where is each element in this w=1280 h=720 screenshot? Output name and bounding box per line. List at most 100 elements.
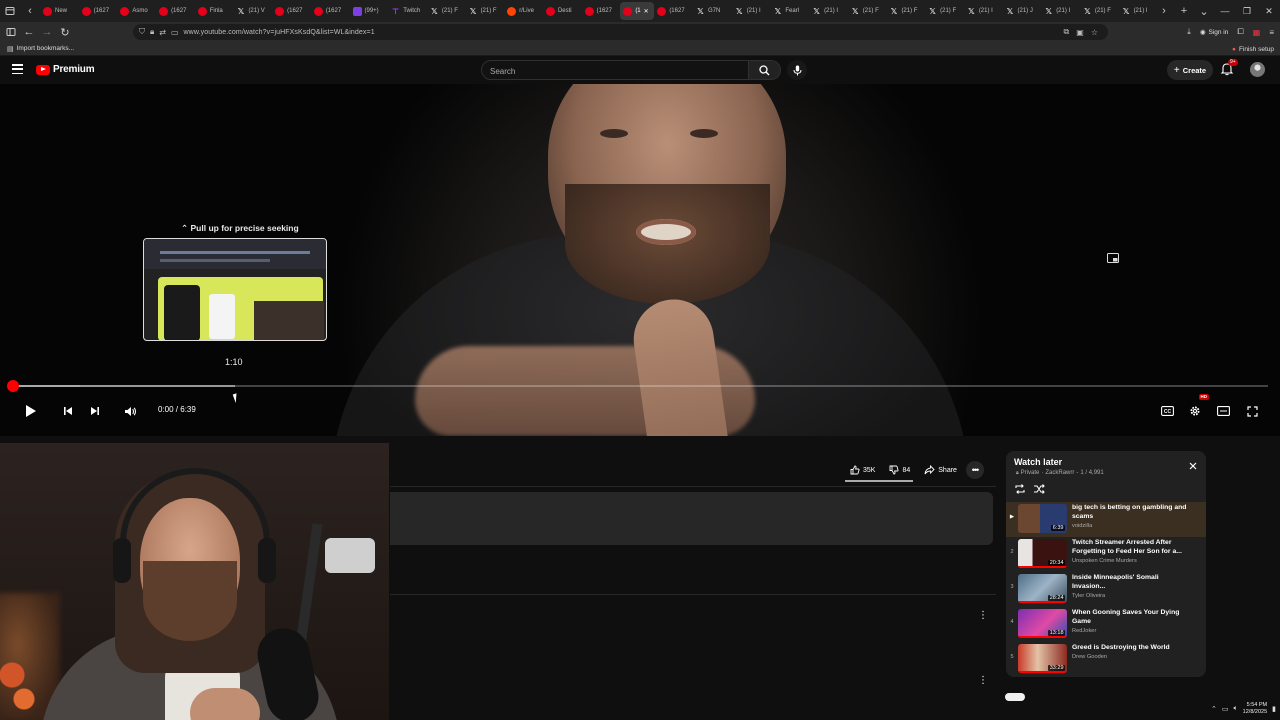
browser-tab[interactable]: 𝕏 Fearl — [770, 2, 809, 20]
reader-view-icon[interactable]: ▣ — [1076, 28, 1084, 37]
url-text[interactable]: www.youtube.com/watch?v=juHFXsKsdQ&list=… — [184, 29, 375, 36]
browser-tab[interactable]: 𝕏 (21) F — [466, 2, 505, 20]
browser-tab[interactable]: ⊤ Twitch — [388, 2, 427, 20]
browser-tab[interactable]: (99+) — [350, 2, 389, 20]
lock-icon[interactable]: 🔒︎ — [150, 27, 154, 37]
playlist-item-thumbnail[interactable]: 13:18 — [1018, 609, 1067, 638]
tab-actions-icon[interactable] — [0, 1, 20, 21]
browser-tab[interactable]: (1627 — [79, 2, 118, 20]
progress-scrubber[interactable] — [7, 380, 19, 392]
notifications-button[interactable]: 9+ — [1220, 59, 1238, 78]
browser-tab[interactable]: Asmo — [117, 2, 156, 20]
playlist-item[interactable]: 2 20:34 Twitch Streamer Arrested After For… — [1006, 537, 1206, 572]
import-bookmarks-link[interactable]: ▤ Import bookmarks... — [7, 45, 74, 53]
browser-tab[interactable]: 𝕏 G7N — [693, 2, 732, 20]
sidebar-toggle-icon[interactable] — [2, 23, 20, 41]
downloads-icon[interactable]: ⤓ — [1187, 27, 1191, 37]
search-input[interactable] — [482, 62, 748, 81]
miniplayer-icon[interactable] — [1107, 253, 1119, 263]
search-box[interactable] — [481, 60, 749, 81]
address-bar[interactable]: ⛉ 🔒︎ ⇄ ▭ www.youtube.com/watch?v=juHFXsK… — [133, 24, 1108, 40]
playlist-item[interactable]: 4 13:18 When Gooning Saves Your Dying Game… — [1006, 607, 1206, 642]
settings-button[interactable]: HD — [1187, 394, 1209, 422]
bookmark-star-icon[interactable]: ☆ — [1091, 28, 1098, 37]
playlist-item-title[interactable]: Twitch Streamer Arrested After Forgettin… — [1072, 538, 1192, 556]
network-icon[interactable]: ▭ — [1222, 705, 1229, 713]
playlist-item-channel[interactable]: Drew Gooden — [1072, 654, 1192, 660]
playlist-item-thumbnail[interactable]: 28:24 — [1018, 574, 1067, 603]
playlist-item-thumbnail[interactable]: 33:29 — [1018, 644, 1067, 673]
guide-menu-icon[interactable] — [12, 64, 23, 74]
browser-tab[interactable]: (1627 — [156, 2, 195, 20]
playlist-item-thumbnail[interactable]: 6:39 — [1018, 504, 1067, 533]
tab-scroll-right-icon[interactable]: › — [1154, 1, 1174, 21]
browser-tab[interactable]: 𝕏 (21) I — [809, 2, 848, 20]
share-button[interactable]: Share — [919, 461, 962, 479]
comment-menu-icon[interactable]: ⋮ — [978, 609, 988, 621]
playlist-item-channel[interactable]: voidzilla — [1072, 523, 1192, 529]
avatar[interactable] — [1250, 62, 1265, 77]
speaker-icon[interactable]: 🔈︎ — [1233, 705, 1237, 713]
browser-tab[interactable]: 𝕏 (21) J — [1003, 2, 1042, 20]
reload-icon[interactable]: ↻ — [56, 23, 74, 41]
playlist-item-title[interactable]: big tech is betting on gambling and scam… — [1072, 503, 1192, 521]
pip-toggle-icon[interactable]: ⧉ — [1064, 27, 1070, 37]
create-button[interactable]: + Create — [1167, 60, 1213, 80]
extensions-icon[interactable]: ⧠ — [1237, 27, 1243, 37]
browser-tab[interactable]: Desti — [543, 2, 582, 20]
browser-tab[interactable]: 𝕏 (21) I — [732, 2, 771, 20]
comment-menu-icon[interactable]: ⋮ — [978, 674, 988, 686]
browser-tab[interactable]: (1627 — [582, 2, 621, 20]
finish-setup-button[interactable]: ● Finish setup — [1232, 42, 1274, 56]
playlist-item-thumbnail[interactable]: 20:34 — [1018, 539, 1067, 568]
captions-button[interactable]: CC — [1159, 400, 1175, 422]
browser-tab[interactable]: 𝕏 (21) V — [233, 2, 272, 20]
tab-scroll-left-icon[interactable]: ‹ — [20, 1, 40, 21]
shield-icon[interactable]: ⛉ — [139, 27, 145, 37]
youtube-premium-logo[interactable]: Premium — [36, 64, 95, 75]
notifications-center-icon[interactable]: ▮ — [1272, 705, 1276, 713]
browser-tab[interactable]: 𝕏 (21) F — [427, 2, 466, 20]
browser-tab[interactable]: 𝕏 (21) F — [1080, 2, 1119, 20]
like-button[interactable]: 35K — [845, 461, 880, 479]
extension-badge-icon[interactable]: ▦ — [1253, 28, 1261, 37]
browser-tab[interactable]: 𝕏 (21) I — [1119, 2, 1154, 20]
search-button[interactable] — [749, 60, 781, 80]
clock[interactable]: 5:54 PM 12/8/2025 — [1243, 702, 1267, 716]
video-player[interactable]: ⌃ Pull up for precise seeking 1:10 0:00 … — [0, 84, 1280, 436]
playlist-item-title[interactable]: Greed is Destroying the World — [1072, 643, 1192, 652]
playlist-item[interactable]: ▶ 6:39 big tech is betting on gambling and… — [1006, 502, 1206, 537]
playlist-item-channel[interactable]: RedJoker — [1072, 628, 1192, 634]
browser-tab[interactable]: (1 ✕ — [620, 2, 655, 20]
close-tab-icon[interactable]: ✕ — [644, 8, 649, 15]
forward-icon[interactable]: → — [38, 23, 56, 41]
playlist-item-channel[interactable]: Unspoken Crime Murders — [1072, 558, 1192, 564]
menu-icon[interactable]: ≡ — [1269, 28, 1274, 37]
description-box[interactable] — [390, 492, 993, 545]
voice-search-button[interactable] — [787, 60, 807, 80]
play-button[interactable] — [22, 400, 40, 422]
close-window-icon[interactable]: ✕ — [1258, 0, 1280, 22]
minimize-icon[interactable]: — — [1214, 0, 1236, 22]
browser-tab[interactable]: (1627 — [311, 2, 350, 20]
close-playlist-button[interactable] — [1187, 460, 1199, 472]
browser-tab[interactable]: 𝕏 (21) F — [925, 2, 964, 20]
playlist-item[interactable]: 3 28:24 Inside Minneapolis' Somali Invasio… — [1006, 572, 1206, 607]
recommendation-chip[interactable] — [1005, 693, 1025, 701]
new-tab-icon[interactable]: + — [1174, 1, 1194, 21]
browser-tab[interactable]: 𝕏 (21) F — [886, 2, 925, 20]
dislike-button[interactable]: 84 — [884, 461, 915, 479]
browser-tab[interactable]: (1627 — [272, 2, 311, 20]
mute-button[interactable] — [121, 400, 139, 422]
browser-tab[interactable]: r/Live — [504, 2, 543, 20]
tab-search-icon[interactable]: ⌄ — [1194, 1, 1214, 21]
previous-button[interactable] — [60, 400, 76, 422]
playlist-title[interactable]: Watch later — [1014, 457, 1062, 467]
browser-tab[interactable]: (1627 — [654, 2, 693, 20]
loop-playlist-button[interactable] — [1014, 483, 1026, 495]
back-icon[interactable]: ← — [20, 23, 38, 41]
browser-tab[interactable]: New — [40, 2, 79, 20]
playlist-item-title[interactable]: Inside Minneapolis' Somali Invasion... — [1072, 573, 1192, 591]
fullscreen-button[interactable] — [1244, 400, 1260, 422]
browser-tab[interactable]: Finla — [195, 2, 234, 20]
